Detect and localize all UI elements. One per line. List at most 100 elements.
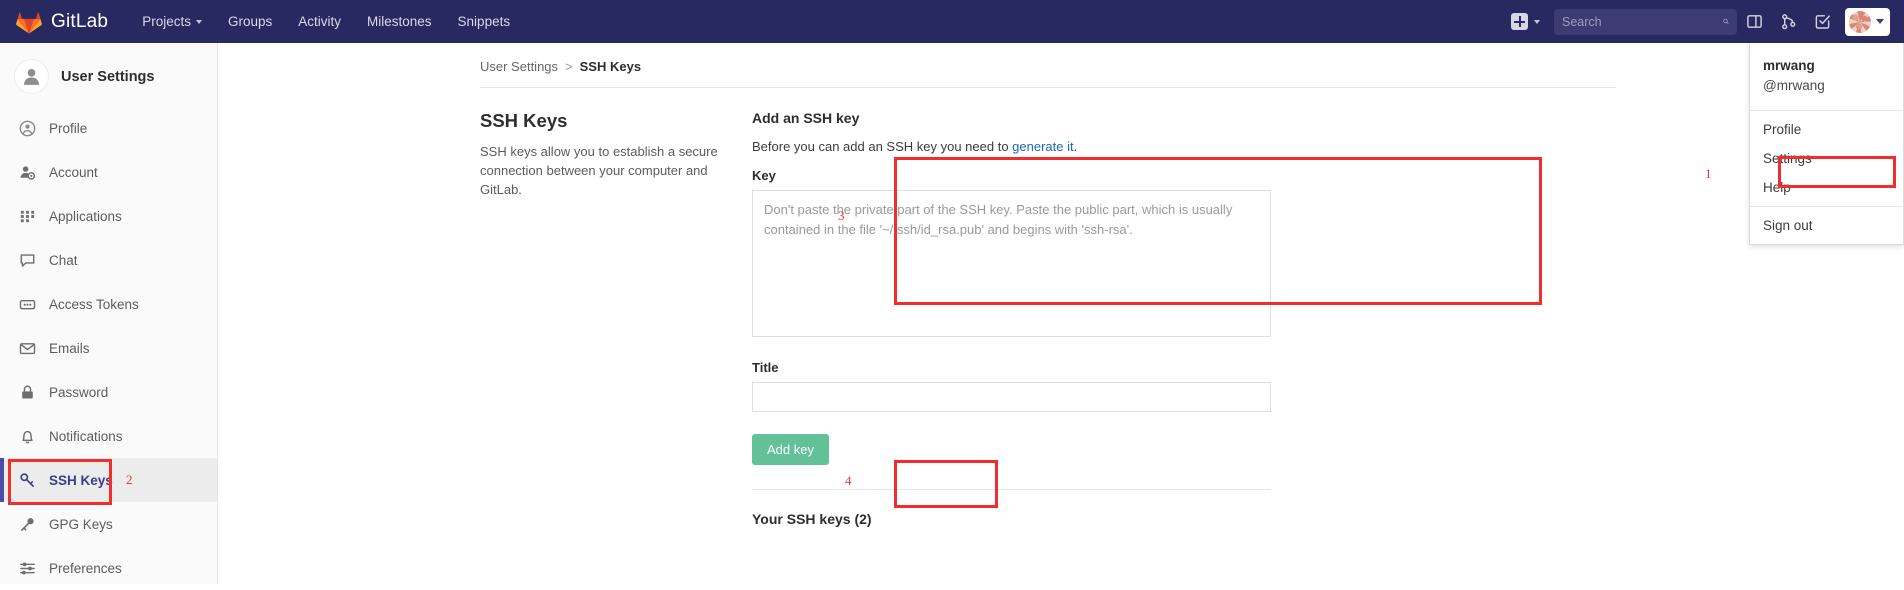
ssh-keys-content: SSH Keys SSH keys allow you to establish…	[218, 88, 1904, 527]
sliders-icon	[19, 560, 36, 577]
main-content: User Settings > SSH Keys SSH Keys SSH ke…	[218, 43, 1904, 584]
search-input[interactable]	[1562, 15, 1723, 29]
breadcrumb-current[interactable]: SSH Keys	[580, 59, 641, 74]
merge-request-icon	[1780, 13, 1797, 30]
dropdown-divider	[1750, 110, 1903, 111]
todos-check-icon	[1814, 13, 1831, 30]
dropdown-item-help[interactable]: Help	[1750, 173, 1903, 202]
envelope-icon	[19, 340, 36, 357]
sidebar-item-label: Profile	[49, 121, 87, 136]
sidebar-header: User Settings	[0, 49, 217, 106]
nav-link-projects[interactable]: Projects	[142, 14, 202, 29]
chat-bubble-icon	[19, 252, 36, 269]
sidebar-item-label: Account	[49, 165, 98, 180]
nav-link-activity[interactable]: Activity	[298, 14, 341, 29]
gitlab-brand[interactable]: GitLab	[16, 9, 108, 35]
sidebar-item-ssh-keys[interactable]: SSH Keys	[0, 458, 217, 502]
breadcrumb-parent[interactable]: User Settings	[480, 59, 558, 74]
search-icon	[1723, 15, 1729, 28]
sidebar-item-label: Preferences	[49, 561, 122, 576]
gitlab-logo-icon	[16, 9, 42, 35]
sidebar-avatar	[14, 59, 49, 94]
sidebar-item-label: GPG Keys	[49, 517, 113, 532]
merge-requests-button[interactable]	[1771, 0, 1805, 43]
key-icon	[19, 516, 36, 533]
sidebar-item-label: Chat	[49, 253, 78, 268]
title-input[interactable]	[752, 382, 1271, 412]
sidebar-item-account[interactable]: Account	[0, 150, 217, 194]
your-ssh-keys-heading: Your SSH keys (2)	[752, 511, 1274, 527]
avatar	[1849, 11, 1871, 33]
nav-link-snippets[interactable]: Snippets	[458, 14, 511, 29]
dropdown-user-name: mrwang	[1763, 56, 1890, 76]
title-field-group: Title	[752, 360, 1274, 412]
chevron-down-icon	[196, 20, 202, 24]
user-gear-icon	[19, 164, 36, 181]
brand-name: GitLab	[51, 11, 108, 33]
sidebar-item-profile[interactable]: Profile	[0, 106, 217, 150]
breadcrumb-separator: >	[565, 59, 573, 74]
dropdown-user-info: mrwang @mrwang	[1750, 47, 1903, 106]
plus-icon	[1511, 13, 1528, 30]
grid-dots-icon	[19, 208, 36, 225]
search-box[interactable]	[1554, 9, 1737, 35]
issues-board-icon	[1746, 13, 1763, 30]
user-icon	[21, 66, 42, 87]
dropdown-user-handle: @mrwang	[1763, 76, 1890, 96]
new-item-button[interactable]	[1503, 13, 1548, 30]
sidebar-item-label: SSH Keys	[49, 473, 113, 488]
user-dropdown-menu: mrwang @mrwang Profile Settings Help Sig…	[1749, 43, 1904, 245]
user-settings-sidebar: User Settings Profile Account Applicatio…	[0, 43, 218, 584]
sidebar-item-label: Notifications	[49, 429, 123, 444]
sidebar-item-notifications[interactable]: Notifications	[0, 414, 217, 458]
key-input[interactable]	[752, 190, 1271, 337]
form-actions: Add key	[752, 434, 1274, 465]
generate-it-link[interactable]: generate it	[1012, 139, 1073, 154]
nav-link-milestones[interactable]: Milestones	[367, 14, 432, 29]
section-divider	[752, 489, 1271, 490]
key-icon	[19, 472, 36, 489]
primary-nav: Projects Groups Activity Milestones Snip…	[142, 14, 510, 29]
dropdown-item-settings[interactable]: Settings	[1750, 144, 1903, 173]
chevron-down-icon	[1534, 20, 1540, 24]
form-title: Add an SSH key	[752, 110, 1274, 126]
dropdown-item-profile[interactable]: Profile	[1750, 115, 1903, 144]
user-menu-button[interactable]	[1845, 8, 1890, 36]
title-field-label: Title	[752, 360, 1274, 375]
todos-button[interactable]	[1805, 0, 1839, 43]
page-title: SSH Keys	[480, 110, 752, 132]
breadcrumb: User Settings > SSH Keys	[218, 43, 1904, 87]
top-navbar: GitLab Projects Groups Activity Mileston…	[0, 0, 1904, 43]
user-circle-icon	[19, 120, 36, 137]
sidebar-item-label: Emails	[49, 341, 90, 356]
bell-icon	[19, 428, 36, 445]
sidebar-item-chat[interactable]: Chat	[0, 238, 217, 282]
sidebar-item-label: Applications	[49, 209, 122, 224]
form-note: Before you can add an SSH key you need t…	[752, 139, 1274, 154]
sidebar-item-preferences[interactable]: Preferences	[0, 546, 217, 590]
sidebar-item-applications[interactable]: Applications	[0, 194, 217, 238]
add-key-button[interactable]: Add key	[752, 434, 829, 465]
dropdown-item-sign-out[interactable]: Sign out	[1750, 211, 1903, 240]
key-field-label: Key	[752, 168, 1274, 183]
form-note-prefix: Before you can add an SSH key you need t…	[752, 139, 1012, 154]
ssh-keys-description-column: SSH Keys SSH keys allow you to establish…	[480, 110, 752, 527]
chevron-down-icon	[1876, 19, 1884, 24]
navbar-right	[1503, 0, 1890, 43]
issues-board-button[interactable]	[1737, 0, 1771, 43]
sidebar-item-label: Access Tokens	[49, 297, 139, 312]
form-note-suffix: .	[1074, 139, 1078, 154]
lock-icon	[19, 384, 36, 401]
sidebar-item-label: Password	[49, 385, 108, 400]
token-card-icon	[19, 296, 36, 313]
dropdown-divider	[1750, 206, 1903, 207]
sidebar-item-access-tokens[interactable]: Access Tokens	[0, 282, 217, 326]
sidebar-item-password[interactable]: Password	[0, 370, 217, 414]
sidebar-item-gpg-keys[interactable]: GPG Keys	[0, 502, 217, 546]
page-description: SSH keys allow you to establish a secure…	[480, 143, 730, 200]
sidebar-title: User Settings	[61, 69, 154, 85]
add-ssh-key-form: Add an SSH key Before you can add an SSH…	[752, 110, 1274, 527]
nav-link-projects-label: Projects	[142, 14, 191, 29]
nav-link-groups[interactable]: Groups	[228, 14, 272, 29]
sidebar-item-emails[interactable]: Emails	[0, 326, 217, 370]
